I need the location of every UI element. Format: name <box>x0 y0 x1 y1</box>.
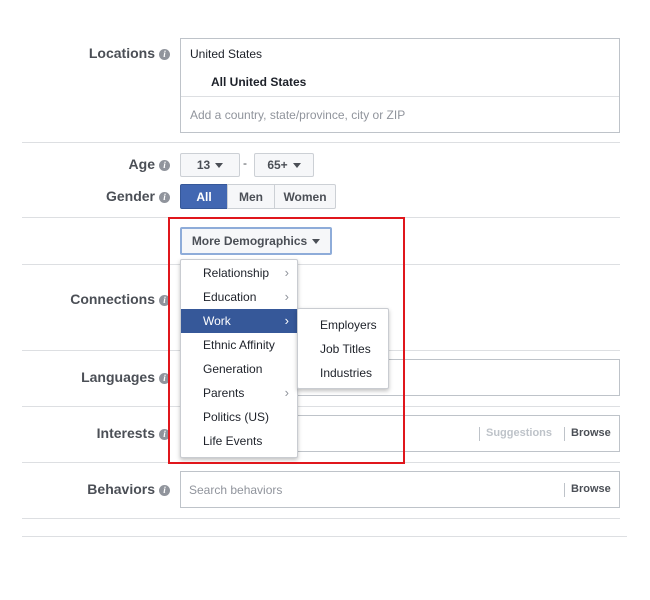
behaviors-label: Behaviors <box>87 481 155 497</box>
divider <box>22 518 620 519</box>
interests-label: Interests <box>96 425 155 441</box>
age-min-dropdown[interactable]: 13 <box>180 153 240 177</box>
locations-divider <box>181 96 619 97</box>
browse-divider <box>564 483 565 497</box>
age-max-value: 65+ <box>267 158 288 172</box>
languages-label-row: Languages i <box>81 369 170 385</box>
age-max-dropdown[interactable]: 65+ <box>254 153 314 177</box>
gender-all-button[interactable]: All <box>180 184 228 209</box>
gender-women-button[interactable]: Women <box>274 184 336 209</box>
info-icon[interactable]: i <box>159 192 170 203</box>
gender-label-row: Gender i <box>106 188 170 204</box>
divider <box>22 536 627 537</box>
connections-label-row: Connections i <box>70 291 170 307</box>
gender-men-button[interactable]: Men <box>227 184 275 209</box>
suggestions-divider <box>479 427 480 441</box>
connections-label: Connections <box>70 291 155 307</box>
behaviors-browse-link[interactable]: Browse <box>571 483 611 495</box>
chevron-down-icon <box>292 162 301 168</box>
info-icon[interactable]: i <box>159 49 170 60</box>
age-label: Age <box>128 156 155 172</box>
locations-label: Locations <box>88 45 155 61</box>
locations-field: United States All United States Add a co… <box>180 38 620 133</box>
locations-label-row: Locations i <box>89 45 170 61</box>
location-country: United States <box>190 47 263 61</box>
browse-divider <box>564 427 565 441</box>
chevron-down-icon <box>215 162 224 168</box>
behaviors-input[interactable]: Search behaviors Browse <box>180 471 620 508</box>
divider <box>22 142 620 143</box>
info-icon[interactable]: i <box>159 160 170 171</box>
highlight-annotation-box <box>168 217 405 464</box>
age-separator: - <box>243 156 247 170</box>
interests-label-row: Interests i <box>97 425 170 441</box>
behaviors-label-row: Behaviors i <box>87 481 170 497</box>
locations-search-input[interactable]: Add a country, state/province, city or Z… <box>190 108 405 122</box>
age-label-row: Age i <box>129 156 170 172</box>
location-selected: All United States <box>211 75 307 89</box>
suggestions-link[interactable]: Suggestions <box>486 427 552 439</box>
languages-label: Languages <box>81 369 155 385</box>
info-icon[interactable]: i <box>159 485 170 496</box>
age-min-value: 13 <box>196 158 211 172</box>
gender-label: Gender <box>105 188 155 204</box>
interests-browse-link[interactable]: Browse <box>571 427 611 439</box>
behaviors-placeholder: Search behaviors <box>189 483 283 497</box>
